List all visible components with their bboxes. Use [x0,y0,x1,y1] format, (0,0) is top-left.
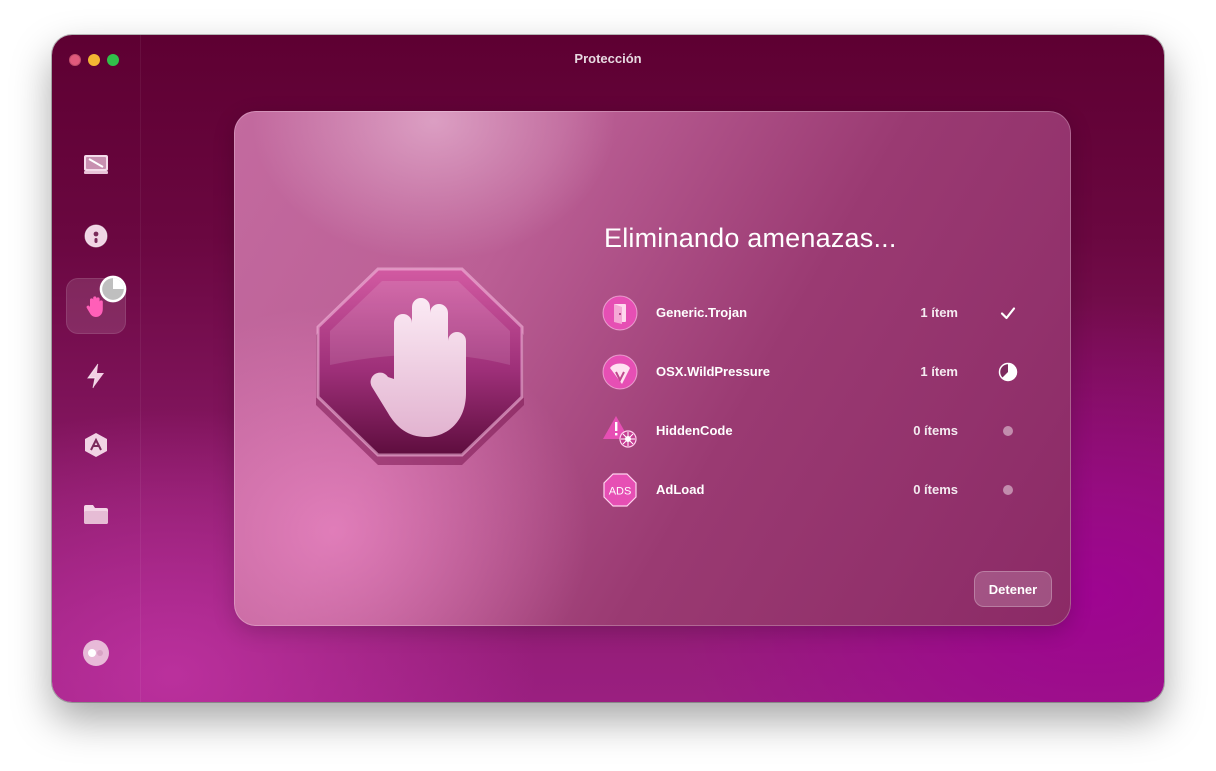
sidebar-item-protection[interactable] [66,275,127,334]
hiddencode-warning-icon [603,416,637,448]
threat-count: 1 ítem [920,305,958,320]
threat-count: 1 ítem [920,364,958,379]
ads-icon-text: ADS [609,486,632,498]
ads-icon: ADS [603,473,637,507]
threat-row[interactable]: OSX.WildPressure 1 ítem [602,352,1022,392]
sidebar-item-cleanup[interactable] [66,138,126,194]
threat-name: Generic.Trojan [656,305,748,320]
trojan-door-icon [602,295,638,331]
stop-button[interactable]: Detener [974,571,1052,607]
wildpressure-icon [602,354,638,390]
assistant-button[interactable] [66,625,126,681]
threat-row[interactable]: HiddenCode 0 ítems [602,411,1022,451]
lightning-icon [87,363,104,389]
stop-hand-octagon-icon [316,267,524,465]
threat-count: 0 ítems [913,423,958,438]
folder-icon [84,505,108,524]
pending-dot-icon [1003,485,1013,495]
threat-name: AdLoad [656,482,705,497]
monitor-icon [84,155,108,174]
sidebar-item-files[interactable] [66,486,126,542]
app-window: Protección Eliminando amenazas... Generi… [52,35,1164,702]
sidebar-item-performance[interactable] [66,348,126,404]
threat-count: 0 ítems [913,482,958,497]
scan-progress-icon [99,275,127,303]
checkmark-icon [1000,307,1016,320]
sidebar-item-applications[interactable] [66,417,126,473]
progress-pie-icon [998,362,1018,382]
scan-heading: Eliminando amenazas... [604,223,897,253]
protection-panel: Eliminando amenazas... Generic.Trojan 1 … [234,111,1071,626]
window-title: Protección [574,51,642,66]
pending-dot-icon [1003,426,1013,436]
sidebar-item-smart-care[interactable] [66,208,126,264]
assistant-icon [83,640,109,666]
threat-name: HiddenCode [656,423,733,438]
threat-row[interactable]: ADS AdLoad 0 ítems [602,470,1022,510]
apps-icon [85,433,107,457]
threat-name: OSX.WildPressure [656,364,771,379]
threat-row[interactable]: Generic.Trojan 1 ítem [602,293,1022,333]
sidebar [52,35,141,702]
disk-icon [84,224,108,248]
